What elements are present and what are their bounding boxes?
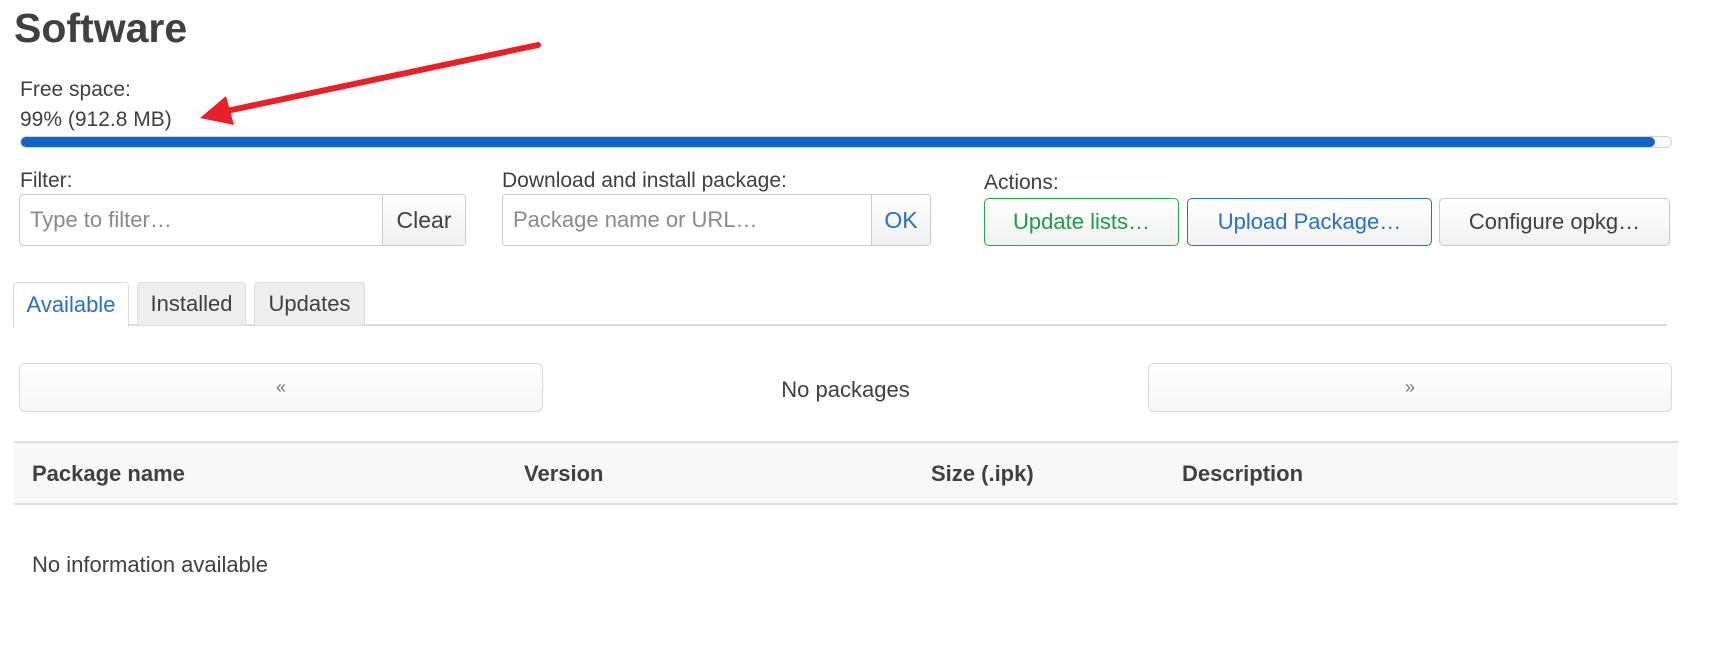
upload-package-button[interactable]: Upload Package…: [1187, 198, 1432, 246]
free-space-progress-fill: [21, 137, 1655, 147]
download-group: OK: [502, 194, 931, 246]
column-header-package-name[interactable]: Package name: [32, 461, 185, 487]
filter-group: Clear: [19, 194, 466, 246]
download-label: Download and install package:: [502, 169, 787, 192]
next-page-button[interactable]: »: [1148, 363, 1672, 412]
free-space-progress-bar: [20, 136, 1672, 148]
filter-input[interactable]: [20, 195, 382, 245]
ok-button[interactable]: OK: [871, 195, 930, 245]
column-header-version[interactable]: Version: [524, 461, 603, 487]
actions-label: Actions:: [984, 171, 1059, 194]
update-lists-button[interactable]: Update lists…: [984, 198, 1179, 246]
clear-button[interactable]: Clear: [382, 195, 465, 245]
configure-opkg-button[interactable]: Configure opkg…: [1439, 198, 1670, 246]
page-title: Software: [14, 5, 188, 51]
column-header-description[interactable]: Description: [1182, 461, 1303, 487]
tab-available[interactable]: Available: [13, 282, 129, 327]
table-header: Package name Version Size (.ipk) Descrip…: [14, 441, 1678, 505]
package-url-input[interactable]: [503, 195, 871, 245]
free-space-value: 99% (912.8 MB): [20, 108, 172, 131]
pager-status: No packages: [781, 377, 910, 402]
tab-installed[interactable]: Installed: [137, 282, 246, 325]
tab-updates[interactable]: Updates: [254, 282, 365, 325]
column-header-size[interactable]: Size (.ipk): [931, 461, 1034, 487]
table-empty-message: No information available: [32, 552, 269, 577]
filter-label: Filter:: [20, 169, 73, 192]
free-space-label: Free space:: [20, 78, 131, 101]
prev-page-button[interactable]: «: [19, 363, 543, 412]
